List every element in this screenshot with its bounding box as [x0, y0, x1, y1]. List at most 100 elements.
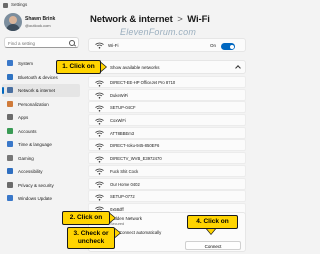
accessibility-icon: [7, 168, 13, 174]
wifi-lock-icon: [95, 118, 104, 125]
show-networks-label: Show available networks: [110, 65, 160, 70]
callout-step-3-line1: 3. Check or: [73, 230, 109, 237]
search-icon: [69, 40, 75, 46]
network-icon: [7, 87, 13, 93]
sidebar-item-privacy[interactable]: Privacy & security: [2, 179, 80, 192]
network-item[interactable]: CoxWiFi: [88, 114, 246, 127]
callout-arrow-3: [115, 228, 121, 238]
network-name: Our Home 0402: [110, 181, 140, 187]
wifi-label: Wi-Fi: [108, 43, 119, 48]
sidebar-item-label: Personalization: [18, 101, 49, 107]
settings-window: Settings Shawn Brink @outlook.com System…: [0, 0, 250, 254]
sidebar-item-label: Network & internet: [18, 88, 56, 93]
network-item[interactable]: DIRECTV_WVB_E3972470: [88, 152, 246, 165]
gaming-icon: [7, 154, 13, 161]
sidebar-item-label: Accessibility: [18, 169, 43, 174]
wifi-lock-icon: [95, 181, 104, 188]
sidebar-item-label: Windows Update: [18, 196, 53, 201]
sidebar-item-windows-update[interactable]: Windows Update: [2, 192, 80, 205]
network-name: SETUP-0772: [110, 194, 135, 200]
network-item[interactable]: ATT8BBEm3: [88, 126, 246, 139]
sidebar-item-accessibility[interactable]: Accessibility: [2, 165, 80, 178]
network-name: SETUP-04CF: [110, 105, 136, 111]
wifi-lock-icon: [95, 105, 104, 112]
time-language-icon: [7, 141, 13, 147]
breadcrumb-separator: >: [177, 14, 183, 25]
avatar-face: [9, 16, 17, 24]
sidebar-item-gaming[interactable]: Gaming: [2, 152, 80, 165]
wifi-lock-icon: [95, 92, 104, 99]
network-item[interactable]: SETUP-0772: [88, 190, 246, 203]
network-name: Fuck Shit Cock: [110, 168, 139, 174]
apps-icon: [7, 114, 13, 120]
system-icon: [7, 60, 13, 66]
network-item[interactable]: SETUP-04CF: [88, 101, 246, 114]
title-bar: Settings: [0, 0, 250, 11]
accounts-icon: [7, 127, 13, 134]
wifi-lock-icon: [95, 194, 104, 201]
network-item[interactable]: Fuck Shit Cock: [88, 164, 246, 177]
sidebar-item-label: Gaming: [18, 155, 34, 161]
personalization-icon: [7, 100, 13, 107]
wifi-lock-icon: [95, 168, 104, 175]
search-input[interactable]: [8, 39, 68, 47]
wifi-lock-icon: [95, 143, 104, 150]
wifi-state: On: [210, 43, 217, 48]
show-available-networks[interactable]: Show available networks: [88, 60, 246, 74]
sidebar-item-personalization[interactable]: Personalization: [2, 98, 80, 111]
network-item[interactable]: DIRECT-EE-HP OfficeJet Pro 8710: [88, 76, 246, 88]
callout-arrow-1: [101, 62, 107, 72]
sidebar-item-network[interactable]: Network & internet: [2, 84, 80, 97]
sidebar-item-label: System: [18, 61, 34, 66]
user-email: @outlook.com: [25, 23, 51, 28]
watermark: ElevenForum.com: [120, 27, 197, 37]
network-item[interactable]: Our Home 0402: [88, 177, 246, 190]
network-name: DIRECTV_WVB_E3972470: [110, 156, 162, 162]
callout-step-3-line2: uncheck: [77, 238, 105, 245]
window-title: Settings: [11, 2, 28, 7]
network-name: DukeWiFi: [110, 92, 129, 98]
sidebar-item-accounts[interactable]: Accounts: [2, 125, 80, 138]
sidebar-item-label: Apps: [18, 115, 29, 120]
wifi-toggle-row[interactable]: Wi-Fi On: [88, 38, 246, 52]
callout-step-3: 3. Check or uncheck: [67, 227, 115, 249]
callout-step-4: 4. Click on: [187, 215, 238, 229]
user-profile[interactable]: Shawn Brink @outlook.com: [4, 13, 84, 33]
page-title: Wi-Fi: [187, 14, 210, 25]
sidebar-item-label: Bluetooth & devices: [18, 74, 58, 80]
sidebar: System Bluetooth & devices Network & int…: [0, 57, 82, 206]
network-name: CoxWiFi: [110, 118, 126, 124]
breadcrumb: Network & internet > Wi-Fi: [90, 14, 210, 25]
chevron-up-icon: [235, 65, 241, 71]
wifi-lock-icon: [95, 80, 104, 87]
avatar: [4, 13, 22, 31]
network-name: ATT8BBEm3: [110, 130, 135, 136]
sidebar-item-label: Accounts: [18, 128, 37, 134]
sidebar-item-label: Time & language: [18, 142, 52, 147]
callout-step-2: 2. Click on: [62, 211, 110, 225]
wifi-toggle[interactable]: [221, 43, 235, 50]
connect-automatically-label[interactable]: Connect automatically: [119, 230, 161, 235]
callout-arrow-2: [110, 213, 116, 223]
network-name: DIRECT-roku-945-850EF6: [110, 143, 160, 149]
windows-update-icon: [7, 195, 13, 201]
sidebar-item-time-language[interactable]: Time & language: [2, 138, 80, 151]
wifi-lock-icon: [95, 156, 104, 163]
network-item[interactable]: DIRECT-roku-945-850EF6: [88, 139, 246, 152]
user-name: Shawn Brink: [25, 16, 56, 22]
search-box[interactable]: [4, 37, 79, 48]
settings-app-icon: [3, 3, 8, 8]
callout-step-1: 1. Click on: [56, 60, 101, 74]
wifi-icon: [95, 42, 104, 49]
network-list: DIRECT-EE-HP OfficeJet Pro 8710 DukeWiFi…: [88, 76, 246, 216]
callout-arrow-4: [206, 229, 216, 235]
bluetooth-icon: [7, 73, 13, 80]
breadcrumb-parent[interactable]: Network & internet: [90, 14, 173, 25]
sidebar-item-apps[interactable]: Apps: [2, 111, 80, 124]
wifi-lock-icon: [95, 130, 104, 137]
connect-button[interactable]: Connect: [185, 241, 241, 250]
avatar-body: [6, 24, 20, 31]
sidebar-item-label: Privacy & security: [18, 182, 54, 188]
network-item[interactable]: DukeWiFi: [88, 88, 246, 101]
privacy-shield-icon: [7, 181, 13, 188]
